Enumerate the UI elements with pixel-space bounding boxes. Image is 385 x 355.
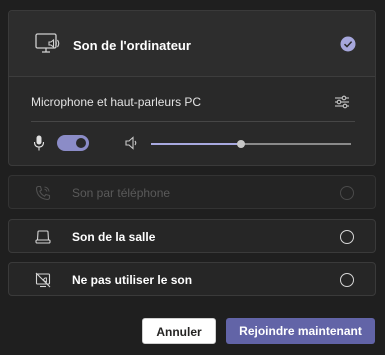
phone-audio-radio: [340, 186, 354, 200]
computer-audio-icon: [35, 33, 60, 53]
no-audio-label: Ne pas utiliser le son: [72, 273, 193, 287]
microphone-toggle[interactable]: [57, 135, 89, 151]
cancel-button[interactable]: Annuler: [142, 318, 216, 344]
volume-slider-thumb[interactable]: [237, 140, 245, 148]
room-audio-radio[interactable]: [340, 230, 354, 244]
divider: [31, 121, 355, 122]
no-audio-icon: [35, 272, 51, 288]
room-audio-icon: [35, 230, 51, 244]
no-audio-radio[interactable]: [340, 273, 354, 287]
speaker-icon: [125, 136, 137, 150]
volume-slider-fill: [151, 143, 241, 145]
computer-audio-title: Son de l'ordinateur: [73, 38, 191, 53]
device-name-label: Microphone et haut-parleurs PC: [31, 95, 202, 109]
microphone-icon: [33, 135, 45, 151]
no-audio-option[interactable]: Ne pas utiliser le son: [8, 262, 376, 296]
phone-audio-option: Son par téléphone: [8, 175, 376, 209]
audio-options-dialog: Son de l'ordinateur Microphone et haut-p…: [0, 0, 385, 355]
device-settings-icon[interactable]: [334, 94, 350, 110]
room-audio-option[interactable]: Son de la salle: [8, 219, 376, 253]
phone-icon: [35, 185, 51, 201]
phone-audio-label: Son par téléphone: [72, 186, 171, 200]
checkmark-circle-icon: [340, 36, 356, 52]
computer-audio-panel: Son de l'ordinateur Microphone et haut-p…: [8, 10, 376, 166]
computer-audio-option[interactable]: Son de l'ordinateur: [9, 11, 375, 77]
join-now-button[interactable]: Rejoindre maintenant: [226, 318, 375, 344]
volume-slider[interactable]: [151, 140, 351, 148]
room-audio-label: Son de la salle: [72, 230, 156, 244]
toggle-knob: [76, 138, 86, 148]
